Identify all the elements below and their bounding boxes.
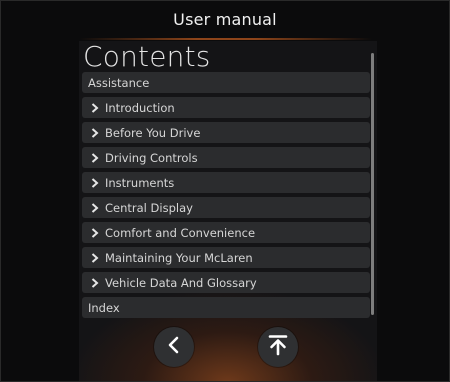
menu-item-introduction[interactable]: Introduction (82, 97, 370, 118)
chevron-right-icon (88, 277, 102, 289)
menu-item-label: Assistance (88, 75, 150, 90)
user-manual-screen: User manual Contents Assistance Introduc… (0, 0, 450, 382)
chevron-right-icon (88, 202, 102, 214)
contents-heading: Contents (83, 41, 211, 73)
chevron-right-icon (88, 177, 102, 189)
menu-item-label: Index (88, 300, 120, 315)
menu-item-maintaining-your-mclaren[interactable]: Maintaining Your McLaren (82, 247, 370, 268)
menu-item-before-you-drive[interactable]: Before You Drive (82, 122, 370, 143)
chevron-right-icon (88, 152, 102, 164)
menu-item-label: Central Display (105, 200, 193, 215)
scroll-to-top-button[interactable] (258, 327, 298, 367)
contents-list: Assistance Introduction Before You Drive… (82, 72, 370, 322)
chevron-right-icon (88, 102, 102, 114)
menu-item-label: Before You Drive (105, 125, 201, 140)
chevron-right-icon (88, 127, 102, 139)
menu-item-driving-controls[interactable]: Driving Controls (82, 147, 370, 168)
scrollbar[interactable] (371, 53, 374, 315)
menu-item-instruments[interactable]: Instruments (82, 172, 370, 193)
menu-item-label: Driving Controls (105, 150, 198, 165)
menu-item-label: Comfort and Convenience (105, 225, 256, 240)
menu-item-comfort-and-convenience[interactable]: Comfort and Convenience (82, 222, 370, 243)
scroll-to-top-icon (268, 334, 288, 360)
back-button[interactable] (154, 327, 194, 367)
menu-item-label: Instruments (105, 175, 175, 190)
chevron-right-icon (88, 252, 102, 264)
menu-item-label: Maintaining Your McLaren (105, 250, 253, 265)
page-title: User manual (173, 9, 277, 29)
menu-item-central-display[interactable]: Central Display (82, 197, 370, 218)
header-divider (80, 38, 372, 40)
chevron-right-icon (88, 227, 102, 239)
menu-item-label: Introduction (105, 100, 175, 115)
menu-item-vehicle-data-and-glossary[interactable]: Vehicle Data And Glossary (82, 272, 370, 293)
menu-item-index[interactable]: Index (82, 297, 370, 318)
menu-item-label: Vehicle Data And Glossary (105, 275, 257, 290)
contents-panel: Contents Assistance Introduction Before … (79, 41, 377, 381)
chevron-left-icon (167, 336, 181, 358)
menu-item-assistance[interactable]: Assistance (82, 72, 370, 93)
